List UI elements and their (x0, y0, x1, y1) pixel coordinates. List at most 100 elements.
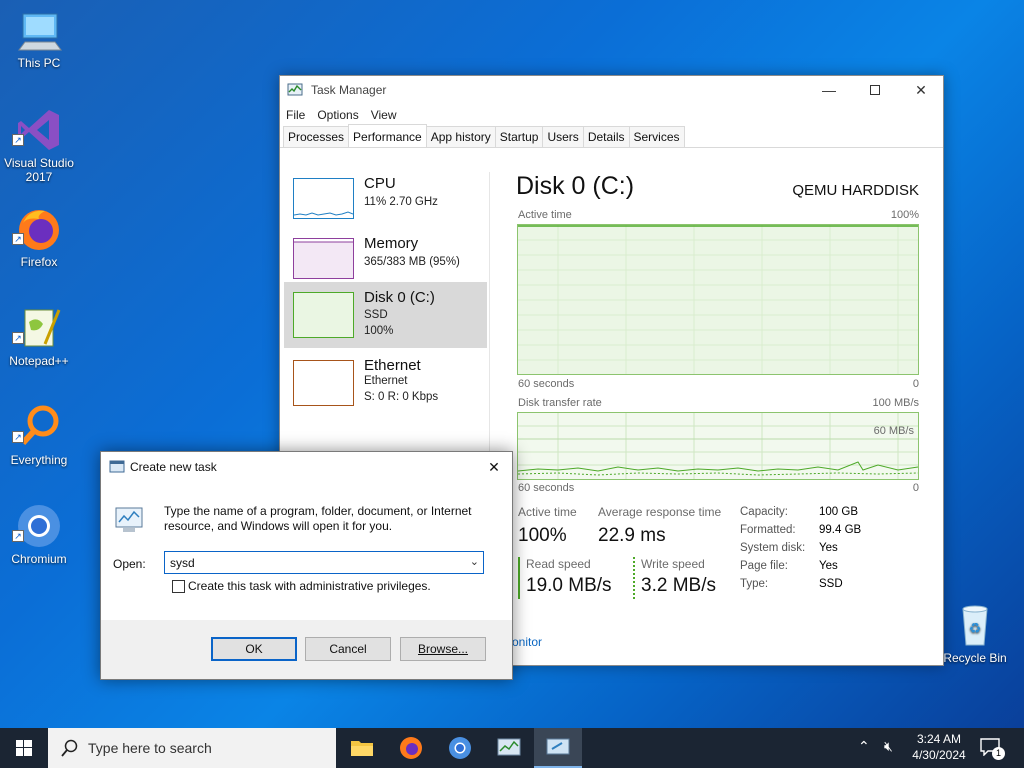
prop-page-file-key: Page file: (740, 560, 788, 572)
transfer-axis-left: 60 seconds (518, 482, 575, 494)
visual-studio-icon (18, 110, 59, 150)
transfer-rate-max: 100 MB/s (872, 397, 919, 409)
dialog-titlebar[interactable]: Create new task ✕ (101, 452, 512, 482)
open-combobox[interactable]: ⌄ (164, 551, 484, 574)
tab-services[interactable]: Services (628, 126, 685, 147)
resource-ethernet[interactable]: Ethernet Ethernet S: 0 R: 0 Kbps (284, 354, 487, 418)
stat-avg-response-value: 22.9 ms (598, 525, 666, 546)
taskbar-search-box[interactable]: Type here to search (48, 728, 336, 768)
stat-avg-response-label: Average response time (598, 505, 722, 519)
disk-type: SSD (364, 309, 388, 321)
start-button[interactable] (0, 728, 48, 768)
open-label: Open: (113, 557, 146, 571)
folder-icon (351, 741, 373, 756)
desktop-icon-label: Visual Studio 2017 (4, 156, 74, 184)
cpu-usage: 11% 2.70 GHz (364, 196, 438, 208)
desktop-icon-recycle-bin[interactable]: ♻ Recycle Bin (938, 601, 1012, 665)
dialog-title: Create new task (130, 460, 217, 474)
dialog-close-button[interactable]: ✕ (482, 455, 506, 479)
taskbar: Type here to search ⌃ 🔇︎ 3:24 AM 4/30/20… (0, 728, 1024, 768)
minimize-button[interactable]: — (806, 76, 852, 104)
menu-view[interactable]: View (371, 108, 397, 122)
tab-processes[interactable]: Processes (283, 126, 350, 147)
desktop-icon-chromium[interactable]: ↗ Chromium (2, 502, 76, 566)
desktop-icon-firefox[interactable]: ↗ Firefox (2, 205, 76, 269)
volume-muted-icon[interactable]: 🔇︎ (884, 738, 893, 755)
notification-count-badge: 1 (992, 747, 1005, 760)
tab-users[interactable]: Users (542, 126, 584, 147)
shortcut-arrow-icon: ↗ (12, 233, 24, 245)
notepadpp-icon (24, 309, 61, 347)
desktop-icon-label: Chromium (11, 552, 67, 566)
browse-button[interactable]: Browse... (400, 637, 486, 661)
run-program-icon (115, 507, 143, 532)
chevron-down-icon[interactable]: ⌄ (470, 555, 479, 568)
menu-options[interactable]: Options (317, 108, 358, 122)
menu-file[interactable]: File (286, 108, 305, 122)
create-new-task-dialog: Create new task ✕ Type the name of a pro… (100, 451, 513, 680)
active-time-axis-left: 60 seconds (518, 378, 575, 390)
stat-read-value: 19.0 MB/s (526, 575, 612, 596)
admin-checkbox[interactable] (172, 580, 185, 593)
stat-read-label: Read speed (526, 557, 591, 571)
everything-icon (20, 405, 59, 446)
shortcut-arrow-icon: ↗ (12, 332, 24, 344)
action-center-button[interactable]: 1 (980, 738, 1005, 760)
stat-write-label: Write speed (641, 557, 705, 571)
resource-disk[interactable]: Disk 0 (C:) SSD 100% (284, 282, 487, 348)
transfer-rate-midline: 60 MB/s (873, 425, 914, 437)
open-input[interactable] (165, 552, 455, 573)
close-button[interactable]: ✕ (898, 76, 944, 104)
active-time-label: Active time (518, 209, 572, 221)
clock-date: 4/30/2024 (912, 748, 966, 762)
cpu-label: CPU (364, 175, 396, 192)
menu-bar: File Options View (280, 104, 943, 126)
transfer-axis-right: 0 (912, 482, 919, 494)
taskbar-task-manager[interactable] (485, 728, 533, 768)
taskbar-firefox[interactable] (387, 728, 435, 768)
taskbar-file-explorer[interactable] (338, 728, 386, 768)
resource-cpu[interactable]: CPU 11% 2.70 GHz (284, 172, 487, 236)
search-placeholder: Type here to search (88, 740, 212, 756)
show-hidden-icons-button[interactable]: ⌃ (858, 738, 870, 755)
shortcut-arrow-icon: ↗ (12, 134, 24, 146)
computer-icon (18, 13, 62, 51)
firefox-icon (400, 737, 422, 759)
run-dialog-icon (546, 738, 570, 755)
stat-write-value: 3.2 MB/s (641, 575, 716, 596)
tab-details[interactable]: Details (582, 126, 630, 147)
recycle-bin-icon: ♻ (962, 605, 988, 646)
window-title: Task Manager (311, 83, 387, 97)
prop-capacity-value: 100 GB (819, 506, 858, 518)
prop-formatted-value: 99.4 GB (819, 524, 862, 536)
prop-page-file-value: Yes (819, 560, 838, 572)
ethernet-adapter: Ethernet (364, 375, 408, 387)
search-icon (61, 739, 78, 757)
admin-checkbox-label: Create this task with administrative pri… (188, 579, 431, 593)
desktop-icon-label: Recycle Bin (943, 651, 1007, 665)
desktop-icon-this-pc[interactable]: This PC (2, 10, 76, 70)
tab-startup[interactable]: Startup (494, 126, 544, 147)
ok-button[interactable]: OK (211, 637, 297, 661)
tab-performance[interactable]: Performance (348, 124, 427, 146)
firefox-icon (19, 210, 59, 250)
desktop-icon-notepadpp[interactable]: ↗ Notepad++ (2, 304, 76, 368)
ethernet-throughput: S: 0 R: 0 Kbps (364, 391, 439, 403)
clock-time: 3:24 AM (916, 732, 962, 746)
desktop-icon-everything[interactable]: ↗ Everything (2, 403, 76, 467)
prop-type-key: Type: (740, 578, 769, 590)
shortcut-arrow-icon: ↗ (12, 431, 24, 443)
cancel-button[interactable]: Cancel (305, 637, 391, 661)
task-manager-titlebar[interactable]: Task Manager — ✕ (280, 76, 943, 104)
taskbar-run-dialog[interactable] (534, 728, 582, 768)
taskbar-chromium[interactable] (436, 728, 484, 768)
monitor-link[interactable]: onitor (512, 635, 542, 649)
tab-app-history[interactable]: App history (425, 126, 496, 147)
clock[interactable]: 3:24 AM 4/30/2024 (910, 731, 968, 763)
chromium-icon (18, 505, 60, 547)
maximize-button[interactable] (852, 76, 898, 104)
desktop-icon-label: This PC (17, 56, 61, 70)
prop-type-value: SSD (819, 578, 843, 590)
desktop-icon-visual-studio[interactable]: ↗ Visual Studio 2017 (2, 106, 76, 184)
active-time-graph (517, 224, 919, 375)
